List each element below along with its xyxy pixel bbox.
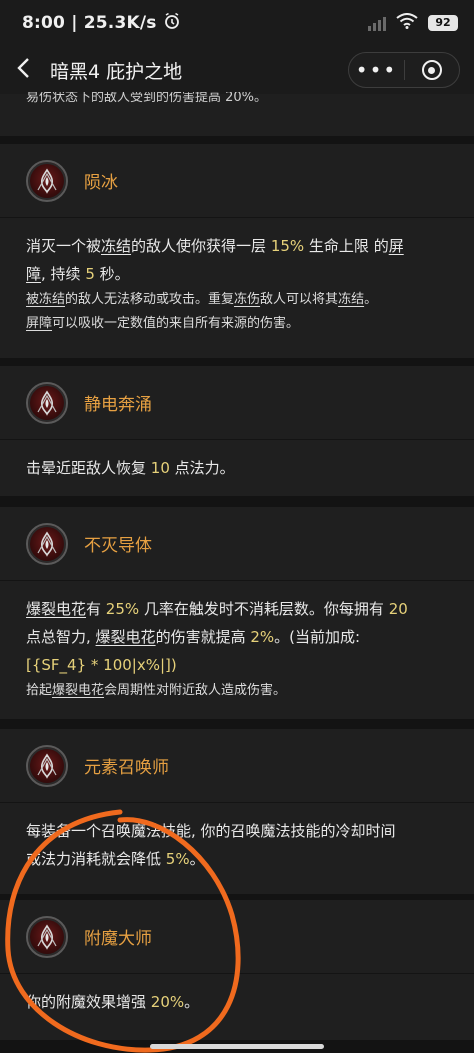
text-segment: 你的附魔效果增强 xyxy=(26,993,151,1011)
skill-header: 不灭导体 xyxy=(0,507,474,581)
keyword-link[interactable]: 爆裂电花 xyxy=(26,600,86,618)
description-line: [{SF_4} * 100|x%|]) xyxy=(26,651,448,679)
highlight-value: 20 xyxy=(388,600,408,618)
keyword-link[interactable]: 冻伤 xyxy=(234,292,260,307)
back-button[interactable] xyxy=(16,57,36,84)
description-line: 点总智力, 爆裂电花的伤害就提高 2%。(当前加成: xyxy=(26,623,448,651)
chevron-left-icon xyxy=(17,57,29,78)
text-segment: 几率在触发时不消耗层数。你每拥有 xyxy=(139,600,389,618)
wifi-icon xyxy=(396,13,418,33)
description-line: 消灭一个被冻结的敌人使你获得一层 15% 生命上限 的屏 xyxy=(26,232,448,260)
skill-description: 你的附魔效果增强 20%。 xyxy=(0,974,474,1016)
keyword-link[interactable]: 冻结 xyxy=(101,237,131,255)
text-segment: 。 xyxy=(364,292,378,307)
skill-header: 附魔大师 xyxy=(0,900,474,974)
keyword-link[interactable]: 冻结 xyxy=(338,292,364,307)
text-segment: 拾起 xyxy=(26,683,53,698)
status-time: 8:00 | 25.3K/s xyxy=(22,13,157,33)
text-segment: 点法力。 xyxy=(169,459,235,477)
status-bar: 8:00 | 25.3K/s 92 xyxy=(0,0,474,46)
text-segment: 的伤害就提高 xyxy=(155,628,251,646)
skill-description: 击晕近距敌人恢复 10 点法力。 xyxy=(0,440,474,482)
highlight-value: [{SF_4} * 100|x%|]) xyxy=(26,656,177,674)
keyword-link[interactable]: 障 xyxy=(26,265,41,283)
home-indicator xyxy=(150,1044,324,1049)
text-segment: 的敌人使你获得一层 xyxy=(131,237,271,255)
text-segment: 会周期性对附近敌人造成伤害。 xyxy=(104,683,287,698)
skill-emblem-icon xyxy=(26,159,68,202)
description-line: 击晕近距敌人恢复 10 点法力。 xyxy=(26,454,448,482)
page-title: 暗黑4 庇护之地 xyxy=(50,60,183,83)
skill-card: 不灭导体 爆裂电花有 25% 几率在触发时不消耗层数。你每拥有 20 点总智力, 爆… xyxy=(0,507,474,719)
signal-icon xyxy=(368,15,386,31)
keyword-link[interactable]: 屏障 xyxy=(26,316,52,331)
skill-header: 元素召唤师 xyxy=(0,729,474,803)
description-note: 被冻结的敌人无法移动或攻击。重复冻伤敌人可以将其冻结。 xyxy=(26,288,448,312)
more-menu-button[interactable]: ••• xyxy=(349,60,404,80)
highlight-value: 10 xyxy=(150,459,170,477)
skill-card: 陨冰 消灭一个被冻结的敌人使你获得一层 15% 生命上限 的屏 障, 持续 5 秒。… xyxy=(0,144,474,358)
description-line: 障, 持续 5 秒。 xyxy=(26,260,448,288)
text-segment: 点总智力, xyxy=(26,628,96,646)
keyword-link[interactable]: 爆裂电花 xyxy=(96,628,156,646)
skill-description: 每装备一个召唤魔法技能, 你的召唤魔法技能的冷却时间 或法力消耗就会降低 5%。 xyxy=(0,803,474,873)
miniprogram-capsule: ••• xyxy=(348,52,460,88)
text-segment: 秒。 xyxy=(94,265,130,283)
skill-description: 爆裂电花有 25% 几率在触发时不消耗层数。你每拥有 20 点总智力, 爆裂电花的… xyxy=(0,581,474,703)
skill-name: 元素召唤师 xyxy=(84,758,169,778)
battery-icon: 92 xyxy=(428,15,458,31)
highlight-value: 5 xyxy=(85,265,95,283)
text-segment: 。 xyxy=(184,993,200,1011)
text-segment: 每装备一个召唤魔法技能, 你的召唤魔法技能的冷却时间 xyxy=(26,822,396,840)
skill-name: 静电奔涌 xyxy=(84,395,152,415)
previous-card-text: 易伤状态下的敌人受到的伤害提高 20%。 xyxy=(26,92,268,104)
text-segment: 有 xyxy=(86,600,106,618)
description-note: 屏障可以吸收一定数值的来自所有来源的伤害。 xyxy=(26,312,448,336)
skill-card: 元素召唤师 每装备一个召唤魔法技能, 你的召唤魔法技能的冷却时间 或法力消耗就会降低… xyxy=(0,729,474,894)
description-line: 爆裂电花有 25% 几率在触发时不消耗层数。你每拥有 20 xyxy=(26,595,448,623)
text-segment: 敌人可以将其 xyxy=(260,292,339,307)
alarm-icon xyxy=(163,12,181,34)
skill-name: 不灭导体 xyxy=(84,536,152,556)
skill-emblem-icon xyxy=(26,915,68,958)
skill-card: 附魔大师你的附魔效果增强 20%。 xyxy=(0,900,474,1040)
highlight-value: 2% xyxy=(250,628,275,646)
keyword-link[interactable]: 被冻结 xyxy=(26,292,65,307)
skill-name: 附魔大师 xyxy=(84,929,152,949)
keyword-link[interactable]: 屏 xyxy=(389,237,404,255)
text-segment: 的敌人无法移动或攻击。重复 xyxy=(65,292,235,307)
screen: 8:00 | 25.3K/s 92 暗黑4 庇护之地 ••• 易伤状态下的敌人受… xyxy=(0,0,474,1053)
target-icon xyxy=(421,60,442,80)
text-segment: 生命上限 的 xyxy=(304,237,389,255)
skill-emblem-icon xyxy=(26,522,68,565)
description-note: 拾起爆裂电花会周期性对附近敌人造成伤害。 xyxy=(26,679,448,703)
description-line: 每装备一个召唤魔法技能, 你的召唤魔法技能的冷却时间 xyxy=(26,817,448,845)
text-segment: 。 xyxy=(189,850,205,868)
highlight-value: 5% xyxy=(165,850,190,868)
text-segment: 或法力消耗就会降低 xyxy=(26,850,166,868)
close-miniprogram-button[interactable] xyxy=(405,60,459,80)
highlight-value: 15% xyxy=(270,237,305,255)
skill-name: 陨冰 xyxy=(84,173,118,193)
description-line: 或法力消耗就会降低 5%。 xyxy=(26,845,448,873)
skill-card: 静电奔涌击晕近距敌人恢复 10 点法力。 xyxy=(0,366,474,496)
text-segment: , 持续 xyxy=(41,265,86,283)
highlight-value: 20% xyxy=(150,993,185,1011)
nav-bar: 暗黑4 庇护之地 ••• xyxy=(0,46,474,94)
text-segment: 可以吸收一定数值的来自所有来源的伤害。 xyxy=(52,316,300,331)
skill-emblem-icon xyxy=(26,744,68,787)
skill-emblem-icon xyxy=(26,381,68,424)
keyword-link[interactable]: 爆裂电花 xyxy=(52,683,104,698)
skill-header: 陨冰 xyxy=(0,144,474,218)
text-segment: 。(当前加成: xyxy=(274,628,361,646)
description-line: 你的附魔效果增强 20%。 xyxy=(26,988,448,1016)
text-segment: 击晕近距敌人恢复 xyxy=(26,459,151,477)
highlight-value: 25% xyxy=(105,600,140,618)
skill-header: 静电奔涌 xyxy=(0,366,474,440)
skill-description: 消灭一个被冻结的敌人使你获得一层 15% 生命上限 的屏 障, 持续 5 秒。 被冻… xyxy=(0,218,474,336)
text-segment: 消灭一个被 xyxy=(26,237,102,255)
